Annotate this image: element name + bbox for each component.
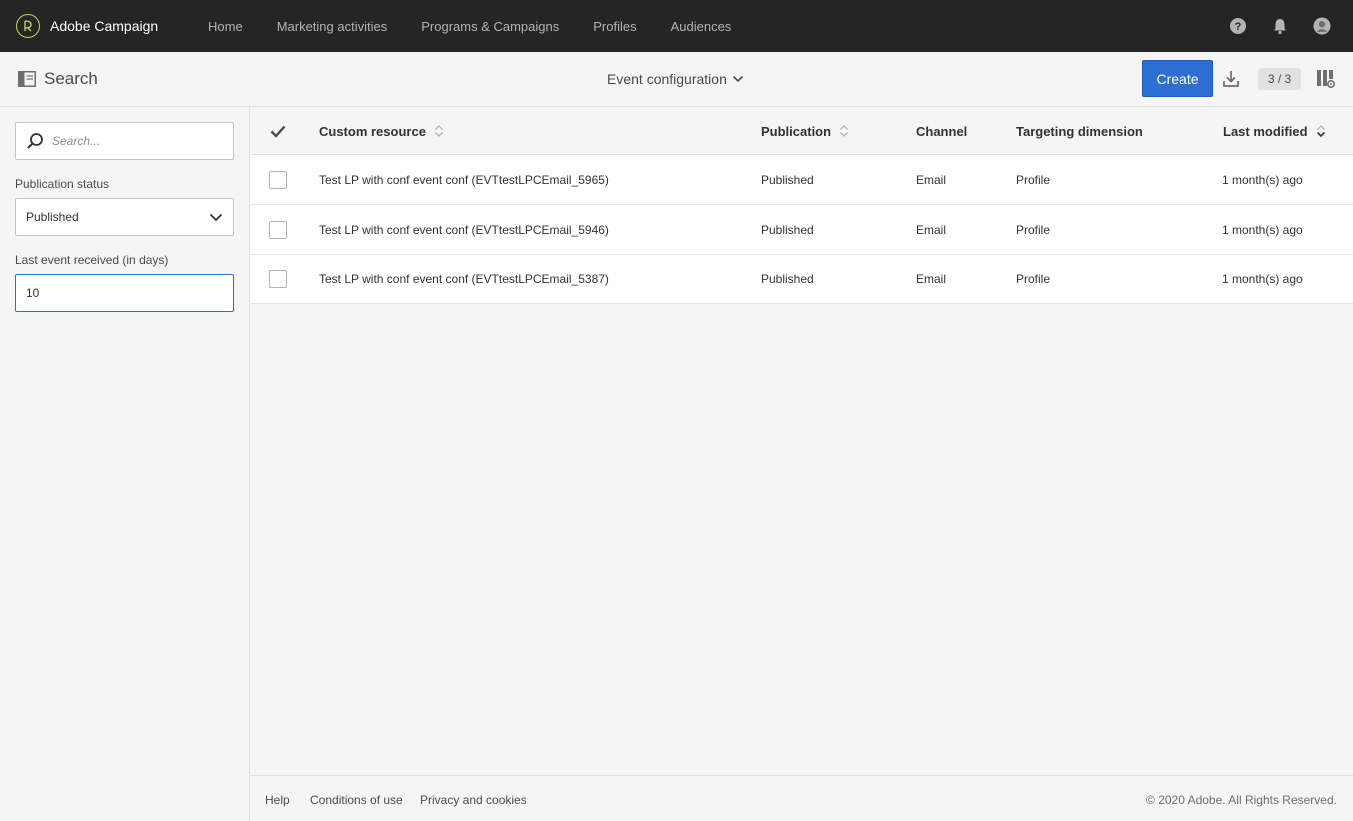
cell-channel: Email [916,272,947,286]
adobe-campaign-logo-icon [16,14,40,38]
cell-last-modified: 1 month(s) ago [1222,222,1303,237]
chevron-down-icon [732,75,743,83]
cell-publication: Published [761,172,814,187]
nav-profiles[interactable]: Profiles [593,19,636,34]
cell-channel: Email [916,172,947,187]
cell-custom-resource: Test LP with conf event conf (EVTtestLPC… [319,222,609,237]
column-header-label: Targeting dimension [1016,123,1143,139]
panel-icon [18,71,36,87]
checkmark-icon [270,125,286,138]
cell-publication: Published [761,222,814,237]
column-header-channel[interactable]: Channel [916,107,967,155]
cell-last-modified: 1 month(s) ago [1222,272,1303,286]
publication-status-value: Published [26,210,79,224]
cell-custom-resource: Test LP with conf event conf (EVTtestLPC… [319,272,609,286]
column-header-custom-resource[interactable]: Custom resource [319,107,444,155]
user-avatar-icon[interactable] [1313,17,1331,35]
column-header-targeting-dimension[interactable]: Targeting dimension [1016,107,1143,155]
select-all-checkbox[interactable] [270,107,286,155]
cell-channel: Email [916,222,947,237]
search-input[interactable] [52,134,222,148]
bell-icon[interactable] [1271,17,1289,35]
table-row[interactable]: Test LP with conf event conf (EVTtestLPC… [250,205,1353,255]
publication-status-label: Publication status [15,177,110,191]
cell-last-modified: 1 month(s) ago [1222,172,1303,187]
table-header: Custom resource Publication Channel Targ… [250,107,1353,155]
filter-sidebar: Publication status Published Last event … [0,107,250,821]
search-panel-label: Search [44,69,98,88]
cell-targeting-dimension: Profile [1016,272,1051,286]
view-title-dropdown[interactable]: Event configuration [607,71,744,87]
nav-icons: ? [1229,0,1331,52]
toolbar: Search Event configuration Create 3 / 3 [0,52,1353,107]
chevron-down-icon [209,213,223,221]
table-body: Test LP with conf event conf (EVTtestLPC… [250,155,1353,304]
download-icon[interactable] [1221,69,1241,89]
cell-custom-resource: Test LP with conf event conf (EVTtestLPC… [319,172,609,187]
nav-marketing-activities[interactable]: Marketing activities [277,19,388,34]
brand[interactable]: Adobe Campaign [16,14,208,38]
app-name: Adobe Campaign [50,18,159,34]
sort-icon [840,125,849,137]
publication-status-select[interactable]: Published [15,198,234,236]
nav-programs-campaigns[interactable]: Programs & Campaigns [421,19,559,34]
record-count-badge: 3 / 3 [1258,68,1301,90]
sort-descending-icon [1316,125,1325,138]
cell-targeting-dimension: Profile [1016,172,1051,187]
row-checkbox[interactable] [269,220,287,239]
column-settings-icon[interactable] [1316,69,1336,89]
column-header-label: Publication [761,123,832,139]
column-header-last-modified[interactable]: Last modified [1223,107,1326,155]
footer-link-help[interactable]: Help [265,793,290,807]
last-event-days-input[interactable] [15,274,234,312]
top-nav: Adobe Campaign Home Marketing activities… [0,0,1353,52]
table-row[interactable]: Test LP with conf event conf (EVTtestLPC… [250,155,1353,205]
row-checkbox[interactable] [269,270,287,288]
sort-icon [434,125,443,137]
row-checkbox[interactable] [269,170,287,189]
search-icon [27,133,43,149]
cell-targeting-dimension: Profile [1016,222,1051,237]
nav-home[interactable]: Home [208,19,243,34]
view-title: Event configuration [607,71,727,87]
cell-publication: Published [761,272,814,286]
nav-audiences[interactable]: Audiences [671,19,732,34]
column-header-label: Channel [916,123,968,139]
last-event-days-label: Last event received (in days) [15,253,169,267]
footer-link-privacy-and-cookies[interactable]: Privacy and cookies [420,793,527,807]
help-icon[interactable]: ? [1229,17,1247,35]
create-button[interactable]: Create [1142,60,1213,97]
svg-text:?: ? [1235,21,1242,33]
footer: Help Conditions of use Privacy and cooki… [250,775,1353,821]
results-table: Custom resource Publication Channel Targ… [250,107,1353,775]
footer-link-conditions-of-use[interactable]: Conditions of use [310,793,403,807]
search-panel-toggle[interactable]: Search [18,69,98,89]
copyright-text: © 2020 Adobe. All Rights Reserved. [1146,793,1337,807]
column-header-label: Custom resource [319,123,426,139]
table-row[interactable]: Test LP with conf event conf (EVTtestLPC… [250,255,1353,304]
column-header-label: Last modified [1223,123,1308,139]
search-box[interactable] [15,122,234,160]
column-header-publication[interactable]: Publication [761,107,849,155]
